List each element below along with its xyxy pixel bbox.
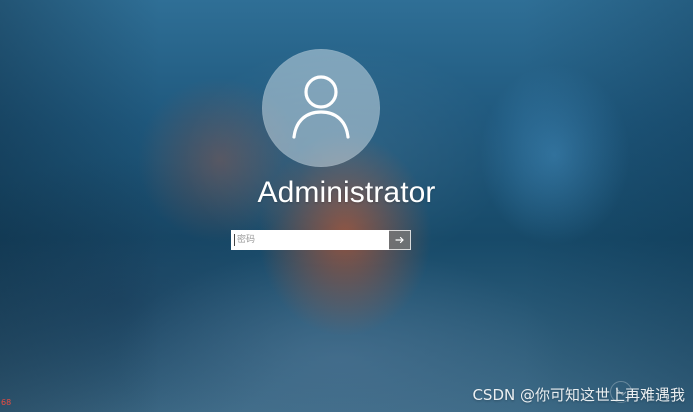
watermark-text: CSDN @你可知这世上再难遇我 bbox=[472, 386, 685, 404]
submit-button[interactable] bbox=[389, 230, 411, 250]
user-avatar bbox=[262, 49, 380, 167]
user-icon bbox=[292, 75, 350, 139]
bottom-left-mark: 68 bbox=[1, 398, 12, 407]
text-cursor bbox=[234, 234, 235, 246]
login-screen: Administrator 68 CSDN @你可知这世上再难遇我 bbox=[0, 0, 693, 412]
arrow-right-icon bbox=[394, 236, 404, 244]
password-entry bbox=[231, 230, 411, 250]
username-label: Administrator bbox=[257, 176, 436, 209]
password-input[interactable] bbox=[231, 230, 389, 250]
